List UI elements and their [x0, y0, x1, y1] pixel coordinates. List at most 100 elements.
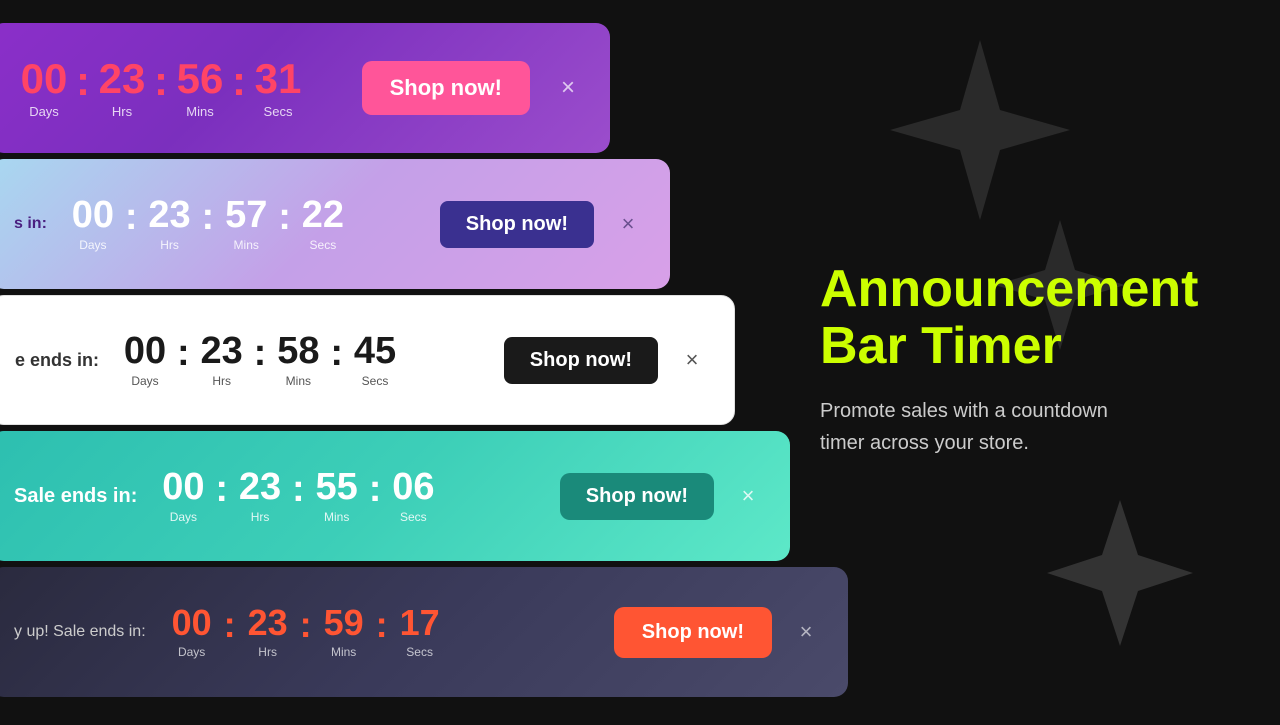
announcement-bar-1: 00 Days : 23 Hrs : 56 Mins : 31 Secs Sho… — [0, 23, 610, 153]
days-value-3: 00 — [124, 332, 166, 370]
days-label-2: Days — [79, 238, 106, 252]
timer-days-4: 00 Days — [153, 468, 213, 524]
mins-label-2: Mins — [234, 238, 259, 252]
days-label-1: Days — [29, 104, 59, 119]
mins-label-3: Mins — [286, 374, 311, 388]
close-button-3[interactable]: × — [674, 342, 710, 378]
secs-label-3: Secs — [362, 374, 389, 388]
shop-button-2[interactable]: Shop now! — [440, 201, 594, 248]
mins-value-2: 57 — [225, 196, 267, 234]
colon-1b: : — [154, 60, 168, 116]
sale-text-5: y up! Sale ends in: — [14, 623, 146, 641]
colon-3b: : — [254, 334, 267, 386]
mins-label-1: Mins — [186, 104, 213, 119]
hrs-value-4: 23 — [239, 468, 281, 506]
mins-label-5: Mins — [331, 645, 356, 659]
timer-days-2: 00 Days — [63, 196, 123, 252]
hrs-label-3: Hrs — [212, 374, 231, 388]
secs-value-3: 45 — [354, 332, 396, 370]
timer-days-1: 00 Days — [14, 58, 74, 119]
secs-value-4: 06 — [392, 468, 434, 506]
mins-label-4: Mins — [324, 510, 349, 524]
close-button-1[interactable]: × — [550, 70, 586, 106]
days-value-5: 00 — [172, 605, 212, 641]
announcement-bar-3: e ends in: 00 Days : 23 Hrs : 58 Mins : … — [0, 295, 735, 425]
panel-title: Announcement Bar Timer — [820, 261, 1240, 375]
sale-text-4: Sale ends in: — [14, 485, 137, 508]
shop-button-4[interactable]: Shop now! — [560, 473, 714, 520]
secs-value-5: 17 — [400, 605, 440, 641]
hrs-label-5: Hrs — [258, 645, 277, 659]
colon-5c: : — [376, 607, 388, 657]
timer-secs-2: 22 Secs — [293, 196, 353, 252]
secs-value-1: 31 — [255, 58, 302, 100]
timer-hrs-2: 23 Hrs — [140, 196, 200, 252]
days-value-2: 00 — [72, 196, 114, 234]
timer-3: 00 Days : 23 Hrs : 58 Mins : 45 Secs — [115, 332, 405, 388]
colon-4a: : — [215, 470, 228, 522]
hrs-value-1: 23 — [99, 58, 146, 100]
right-panel: Announcement Bar Timer Promote sales wit… — [820, 0, 1280, 720]
colon-2a: : — [125, 198, 138, 250]
announcement-bar-2: s in: 00 Days : 23 Hrs : 57 Mins : 22 Se… — [0, 159, 670, 289]
timer-secs-4: 06 Secs — [383, 468, 443, 524]
timer-hrs-5: 23 Hrs — [238, 605, 298, 659]
days-label-3: Days — [131, 374, 158, 388]
close-button-2[interactable]: × — [610, 206, 646, 242]
hrs-label-4: Hrs — [251, 510, 270, 524]
sale-text-2: s in: — [14, 215, 47, 233]
timer-mins-1: 56 Mins — [170, 58, 230, 119]
hrs-value-5: 23 — [248, 605, 288, 641]
shop-button-5[interactable]: Shop now! — [614, 607, 772, 658]
mins-value-5: 59 — [324, 605, 364, 641]
colon-2c: : — [278, 198, 291, 250]
days-label-5: Days — [178, 645, 205, 659]
days-label-4: Days — [170, 510, 197, 524]
shop-button-3[interactable]: Shop now! — [504, 337, 658, 384]
timer-1: 00 Days : 23 Hrs : 56 Mins : 31 Secs — [14, 58, 308, 119]
timer-hrs-4: 23 Hrs — [230, 468, 290, 524]
timer-hrs-1: 23 Hrs — [92, 58, 152, 119]
bars-container: 00 Days : 23 Hrs : 56 Mins : 31 Secs Sho… — [0, 0, 860, 720]
timer-mins-4: 55 Mins — [307, 468, 367, 524]
secs-label-1: Secs — [264, 104, 293, 119]
timer-4: 00 Days : 23 Hrs : 55 Mins : 06 Secs — [153, 468, 443, 524]
colon-3c: : — [330, 334, 343, 386]
secs-label-4: Secs — [400, 510, 427, 524]
timer-5: 00 Days : 23 Hrs : 59 Mins : 17 Secs — [162, 605, 450, 659]
days-value-4: 00 — [162, 468, 204, 506]
timer-mins-5: 59 Mins — [314, 605, 374, 659]
colon-5b: : — [300, 607, 312, 657]
sale-text-3: e ends in: — [15, 350, 99, 371]
days-value-1: 00 — [21, 58, 68, 100]
announcement-bar-4: Sale ends in: 00 Days : 23 Hrs : 55 Mins… — [0, 431, 790, 561]
secs-label-2: Secs — [310, 238, 337, 252]
colon-5a: : — [224, 607, 236, 657]
timer-2: 00 Days : 23 Hrs : 57 Mins : 22 Secs — [63, 196, 353, 252]
colon-1a: : — [76, 60, 90, 116]
colon-3a: : — [177, 334, 190, 386]
timer-secs-1: 31 Secs — [248, 58, 308, 119]
hrs-value-2: 23 — [148, 196, 190, 234]
timer-hrs-3: 23 Hrs — [192, 332, 252, 388]
hrs-label-1: Hrs — [112, 104, 132, 119]
announcement-bar-5: y up! Sale ends in: 00 Days : 23 Hrs : 5… — [0, 567, 848, 697]
colon-4b: : — [292, 470, 305, 522]
colon-1c: : — [232, 60, 246, 116]
panel-description: Promote sales with a countdown timer acr… — [820, 395, 1140, 459]
secs-label-5: Secs — [406, 645, 433, 659]
timer-secs-5: 17 Secs — [390, 605, 450, 659]
close-button-5[interactable]: × — [788, 614, 824, 650]
timer-mins-3: 58 Mins — [268, 332, 328, 388]
timer-mins-2: 57 Mins — [216, 196, 276, 252]
mins-value-4: 55 — [316, 468, 358, 506]
timer-days-3: 00 Days — [115, 332, 175, 388]
hrs-value-3: 23 — [201, 332, 243, 370]
close-button-4[interactable]: × — [730, 478, 766, 514]
mins-value-3: 58 — [277, 332, 319, 370]
colon-4c: : — [369, 470, 382, 522]
shop-button-1[interactable]: Shop now! — [362, 61, 530, 115]
colon-2b: : — [202, 198, 215, 250]
timer-secs-3: 45 Secs — [345, 332, 405, 388]
mins-value-1: 56 — [177, 58, 224, 100]
